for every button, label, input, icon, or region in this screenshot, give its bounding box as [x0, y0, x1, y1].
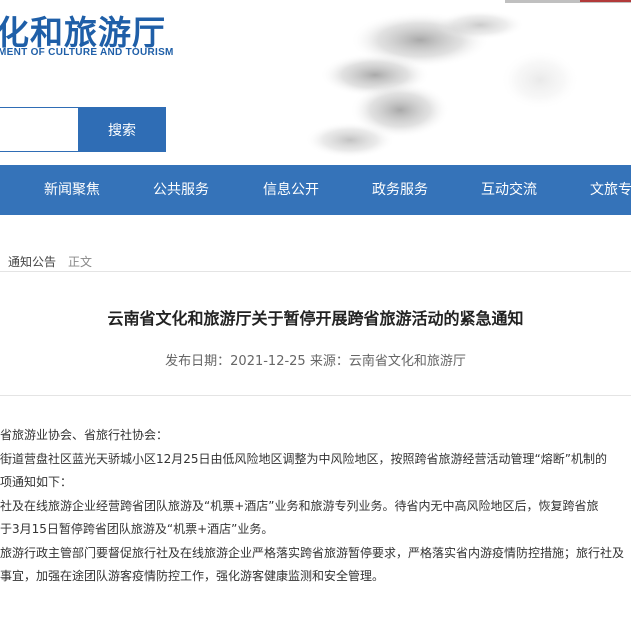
main-nav: 新闻聚焦 公共服务 信息公开 政务服务 互动交流 文旅专 — [0, 165, 631, 215]
article-paragraph: 于3月15日暂停跨省团队旅游及“机票+酒店”业务。 — [0, 522, 274, 536]
nav-item-info-disclosure[interactable]: 信息公开 — [263, 165, 319, 215]
article-title: 云南省文化和旅游厅关于暂停开展跨省旅游活动的紧急通知 — [107, 309, 524, 328]
nav-item-news[interactable]: 新闻聚焦 — [44, 165, 100, 215]
article-paragraph: 省旅游业协会、省旅行社协会： — [0, 428, 169, 442]
nav-item-public-service[interactable]: 公共服务 — [153, 165, 209, 215]
nav-item-interaction[interactable]: 互动交流 — [481, 165, 537, 215]
search-input[interactable] — [0, 107, 78, 152]
article-paragraph: 项通知如下： — [0, 475, 73, 489]
breadcrumb: 通知公告 正文 — [8, 253, 92, 270]
site-header: 化和旅游厅 MENT OF CULTURE AND TOURISM 搜索 — [0, 0, 631, 165]
article-paragraph: 社及在线旅游企业经营跨省团队旅游及“机票+酒店”业务和旅游专列业务。待省内无中高… — [0, 498, 599, 513]
nav-item-gov-service[interactable]: 政务服务 — [372, 165, 428, 215]
article-body: 省旅游业协会、省旅行社协会： 街道营盘社区蓝光天骄城小区12月25日由低风险地区… — [0, 424, 631, 589]
divider — [0, 395, 631, 396]
breadcrumb-link-notices[interactable]: 通知公告 — [8, 255, 56, 269]
article-paragraph: 旅游行政主管部门要督促旅行社及在线旅游企业严格落实跨省旅游暂停要求，严格落实省内… — [0, 545, 625, 560]
divider — [0, 271, 631, 272]
search-button[interactable]: 搜索 — [78, 107, 166, 152]
site-subtitle: MENT OF CULTURE AND TOURISM — [0, 47, 174, 58]
nav-item-culture-tourism[interactable]: 文旅专 — [590, 165, 631, 215]
article-meta: 发布日期：2021-12-25 来源：云南省文化和旅游厅 — [165, 354, 466, 369]
article-paragraph: 事宜，加强在途团队游客疫情防控工作，强化游客健康监测和安全管理。 — [0, 569, 385, 583]
article-paragraph: 街道营盘社区蓝光天骄城小区12月25日由低风险地区调整为中风险地区，按照跨省旅游… — [0, 451, 607, 466]
breadcrumb-current: 正文 — [68, 255, 93, 269]
ink-mountain-decoration — [280, 0, 631, 165]
